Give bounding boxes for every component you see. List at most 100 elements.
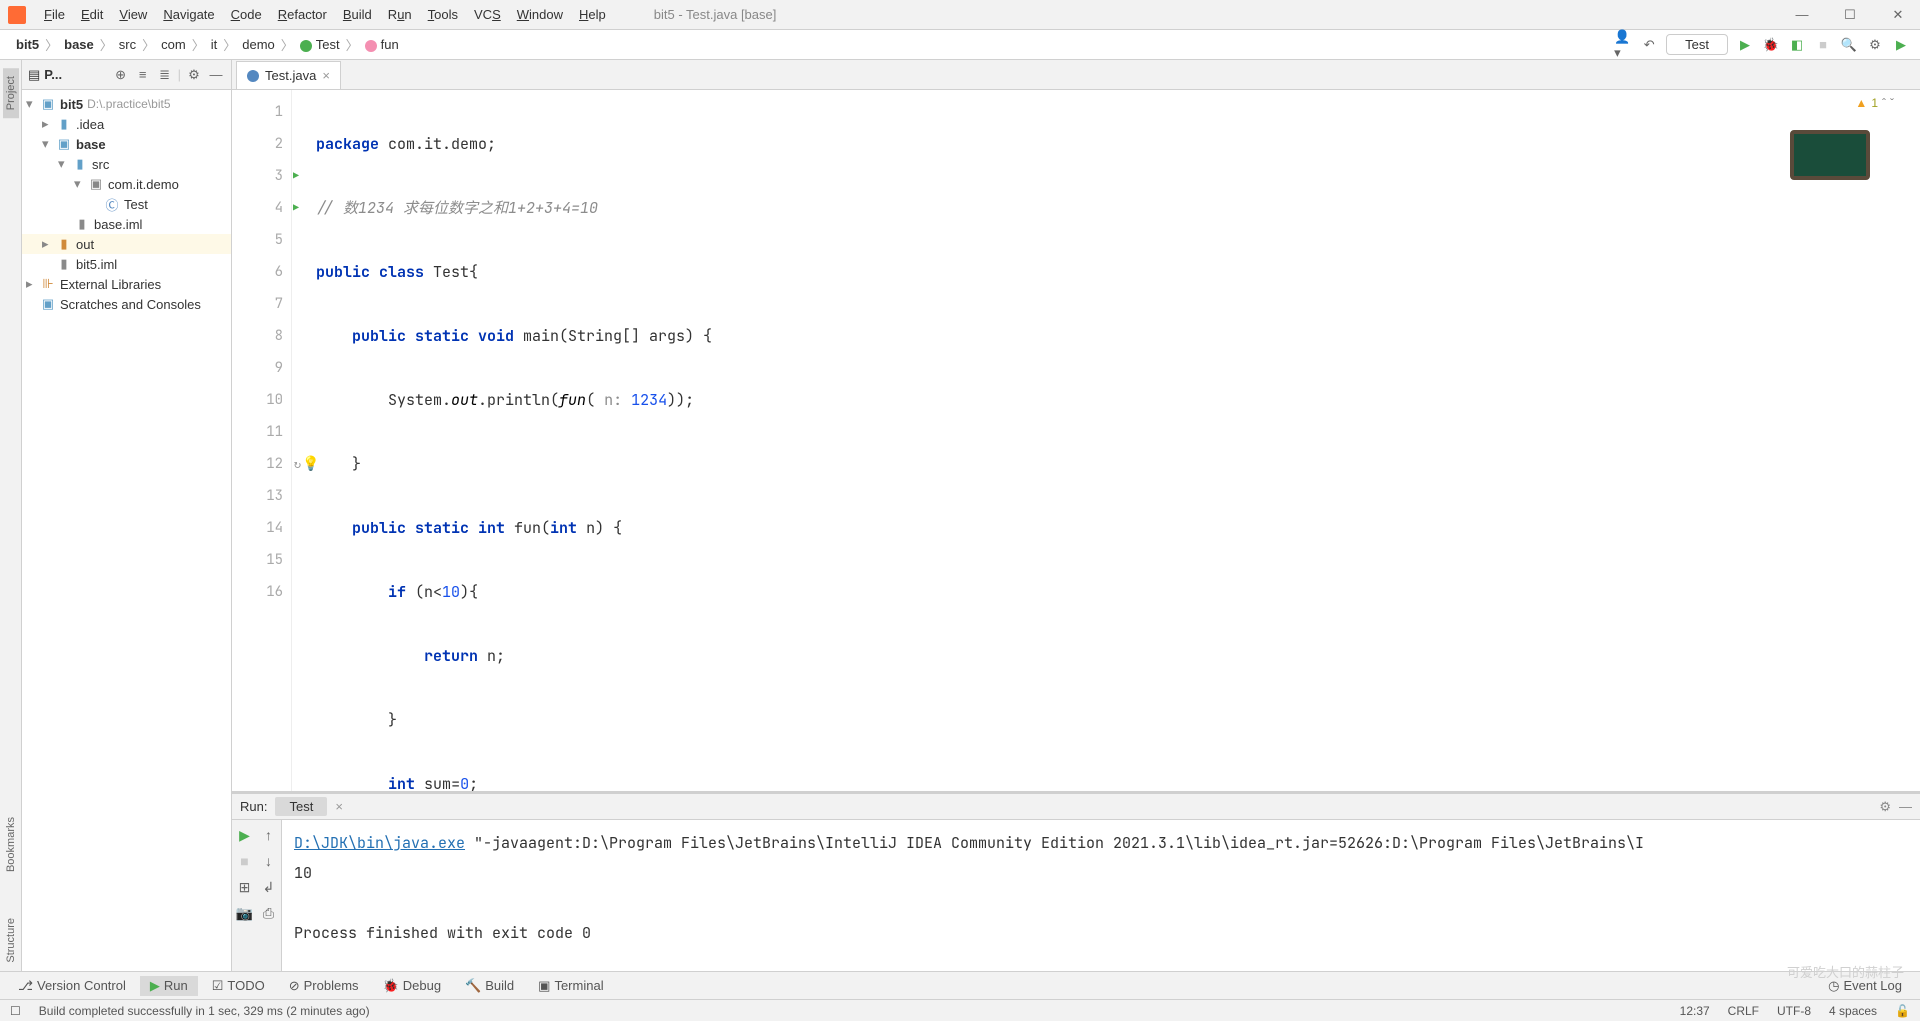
crumb-demo[interactable]: demo — [236, 35, 281, 54]
menu-window[interactable]: Window — [509, 3, 571, 26]
up-icon[interactable]: ↑ — [260, 826, 278, 844]
file-encoding[interactable]: UTF-8 — [1777, 1004, 1811, 1018]
tree-node-root[interactable]: ▾▣bit5D:\.practice\bit5 — [22, 94, 231, 114]
java-exe-link[interactable]: D:\JDK\bin\java.exe — [294, 833, 465, 853]
bottom-run[interactable]: ▶Run — [140, 976, 198, 996]
menu-build[interactable]: Build — [335, 3, 380, 26]
bottom-todo[interactable]: ☑TODO — [202, 976, 275, 996]
menu-navigate[interactable]: Navigate — [155, 3, 222, 26]
stop-run-icon[interactable]: ■ — [236, 852, 254, 870]
chevron-up-icon[interactable]: ˆ — [1882, 96, 1886, 110]
coverage-icon[interactable]: ◧ — [1788, 36, 1806, 54]
project-panel-header: ▤ P... ⊕ ≡ ≣ | ⚙ — — [22, 60, 231, 90]
camera-icon[interactable]: 📷 — [236, 904, 254, 922]
editor-body[interactable]: 1 2 3▶ 4▶ 5 6 7 8 9 10 11 12↻ 13 14 15 1… — [232, 90, 1920, 791]
close-icon[interactable]: ✕ — [1884, 5, 1912, 25]
tree-node-pkg[interactable]: ▾▣com.it.demo — [22, 174, 231, 194]
bottom-build[interactable]: 🔨Build — [455, 976, 524, 996]
print-icon[interactable]: ⎙ — [260, 904, 278, 922]
tree-node-extlib[interactable]: ▸⊪External Libraries — [22, 274, 231, 294]
editor-tabs: Test.java × — [232, 60, 1920, 90]
chevron-down-icon[interactable]: ˇ — [1890, 96, 1894, 110]
run-config-tab[interactable]: Test — [275, 797, 327, 816]
sidetab-bookmarks[interactable]: Bookmarks — [3, 809, 19, 880]
run-hide-icon[interactable]: — — [1899, 799, 1912, 814]
line-separator[interactable]: CRLF — [1728, 1004, 1759, 1018]
window-title: bit5 - Test.java [base] — [654, 7, 777, 22]
app-logo-icon — [8, 6, 26, 24]
menu-vcs[interactable]: VCS — [466, 3, 509, 26]
play-last-icon[interactable]: ▶ — [1892, 36, 1910, 54]
tree-node-out[interactable]: ▸▮out — [22, 234, 231, 254]
bottom-eventlog[interactable]: ◷Event Log — [1818, 976, 1912, 996]
run-tab-close-icon[interactable]: × — [335, 799, 343, 814]
panel-gear-icon[interactable]: ⚙ — [185, 66, 203, 84]
run-icon[interactable]: ▶ — [1736, 36, 1754, 54]
panel-hide-icon[interactable]: — — [207, 66, 225, 84]
readonly-lock-icon[interactable]: 🔓 — [1895, 1004, 1910, 1018]
tree-node-baseiml[interactable]: ▮base.iml — [22, 214, 231, 234]
run-config-selector[interactable]: Test — [1666, 34, 1728, 55]
rerun-icon[interactable]: ▶ — [236, 826, 254, 844]
tree-node-scratch[interactable]: ▣Scratches and Consoles — [22, 294, 231, 314]
menu-tools[interactable]: Tools — [420, 3, 466, 26]
bottom-version-control[interactable]: ⎇Version Control — [8, 976, 136, 996]
crumb-com[interactable]: com — [155, 35, 192, 54]
tree-node-idea[interactable]: ▸▮.idea — [22, 114, 231, 134]
crumb-test[interactable]: Test — [294, 35, 346, 54]
sidetab-structure[interactable]: Structure — [3, 910, 19, 971]
expand-all-icon[interactable]: ≡ — [134, 66, 152, 84]
back-icon[interactable]: ↶ — [1640, 36, 1658, 54]
menu-edit[interactable]: Edit — [73, 3, 111, 26]
search-icon[interactable]: 🔍 — [1840, 36, 1858, 54]
menu-view[interactable]: View — [111, 3, 155, 26]
bottom-problems[interactable]: ⊘Problems — [279, 976, 369, 996]
play-icon: ▶ — [150, 978, 160, 994]
crumb-it[interactable]: it — [205, 35, 224, 54]
crumb-src[interactable]: src — [113, 35, 142, 54]
output-line: 10 — [294, 858, 1908, 888]
indent-info[interactable]: 4 spaces — [1829, 1004, 1877, 1018]
crumb-fun[interactable]: fun — [359, 35, 405, 54]
add-user-icon[interactable]: 👤▾ — [1614, 36, 1632, 54]
menu-code[interactable]: Code — [223, 3, 270, 26]
caret-position[interactable]: 12:37 — [1680, 1004, 1710, 1018]
tab-close-icon[interactable]: × — [322, 68, 330, 83]
status-indicator-icon[interactable]: ☐ — [10, 1004, 21, 1018]
locate-icon[interactable]: ⊕ — [112, 66, 130, 84]
menu-file[interactable]: File — [36, 3, 73, 26]
layout-icon[interactable]: ⊞ — [236, 878, 254, 896]
bottom-toolbar: ⎇Version Control ▶Run ☑TODO ⊘Problems 🐞D… — [0, 971, 1920, 999]
code-area[interactable]: package com.it.demo; // 数1234 求每位数字之和1+2… — [292, 90, 1920, 791]
gutter: 1 2 3▶ 4▶ 5 6 7 8 9 10 11 12↻ 13 14 15 1… — [232, 90, 292, 791]
editor-tab-test[interactable]: Test.java × — [236, 61, 341, 89]
tree-node-src[interactable]: ▾▮src — [22, 154, 231, 174]
tree-node-bit5iml[interactable]: ▮bit5.iml — [22, 254, 231, 274]
tree-node-testclass[interactable]: ⒸTest — [22, 194, 231, 214]
bottom-debug[interactable]: 🐞Debug — [373, 976, 452, 996]
hammer-icon: 🔨 — [465, 978, 481, 994]
run-gear-icon[interactable]: ⚙ — [1879, 799, 1891, 815]
collapse-all-icon[interactable]: ≣ — [156, 66, 174, 84]
sidetab-project[interactable]: Project — [3, 68, 19, 118]
crumb-bit5[interactable]: bit5 — [10, 35, 45, 54]
wrap-icon[interactable]: ↲ — [260, 878, 278, 896]
run-output[interactable]: D:\JDK\bin\java.exe "-javaagent:D:\Progr… — [282, 820, 1920, 971]
stop-icon[interactable]: ■ — [1814, 36, 1832, 54]
minimize-icon[interactable]: — — [1788, 5, 1816, 25]
inspection-badge[interactable]: ▲ 1 ˆ ˇ — [1855, 96, 1894, 110]
status-bar: ☐ Build completed successfully in 1 sec,… — [0, 999, 1920, 1021]
crumb-base[interactable]: base — [58, 35, 100, 54]
intention-bulb-icon[interactable]: 💡 — [302, 448, 319, 480]
menu-help[interactable]: Help — [571, 3, 614, 26]
bottom-terminal[interactable]: ▣Terminal — [528, 976, 613, 996]
menu-refactor[interactable]: Refactor — [270, 3, 335, 26]
status-message: Build completed successfully in 1 sec, 3… — [39, 1004, 370, 1018]
menu-run[interactable]: Run — [380, 3, 420, 26]
gear-icon[interactable]: ⚙ — [1866, 36, 1884, 54]
editor-area: Test.java × 1 2 3▶ 4▶ 5 6 7 8 9 10 11 12… — [232, 60, 1920, 971]
tree-node-base[interactable]: ▾▣base — [22, 134, 231, 154]
down-icon[interactable]: ↓ — [260, 852, 278, 870]
maximize-icon[interactable]: ☐ — [1836, 5, 1864, 25]
debug-icon[interactable]: 🐞 — [1762, 36, 1780, 54]
